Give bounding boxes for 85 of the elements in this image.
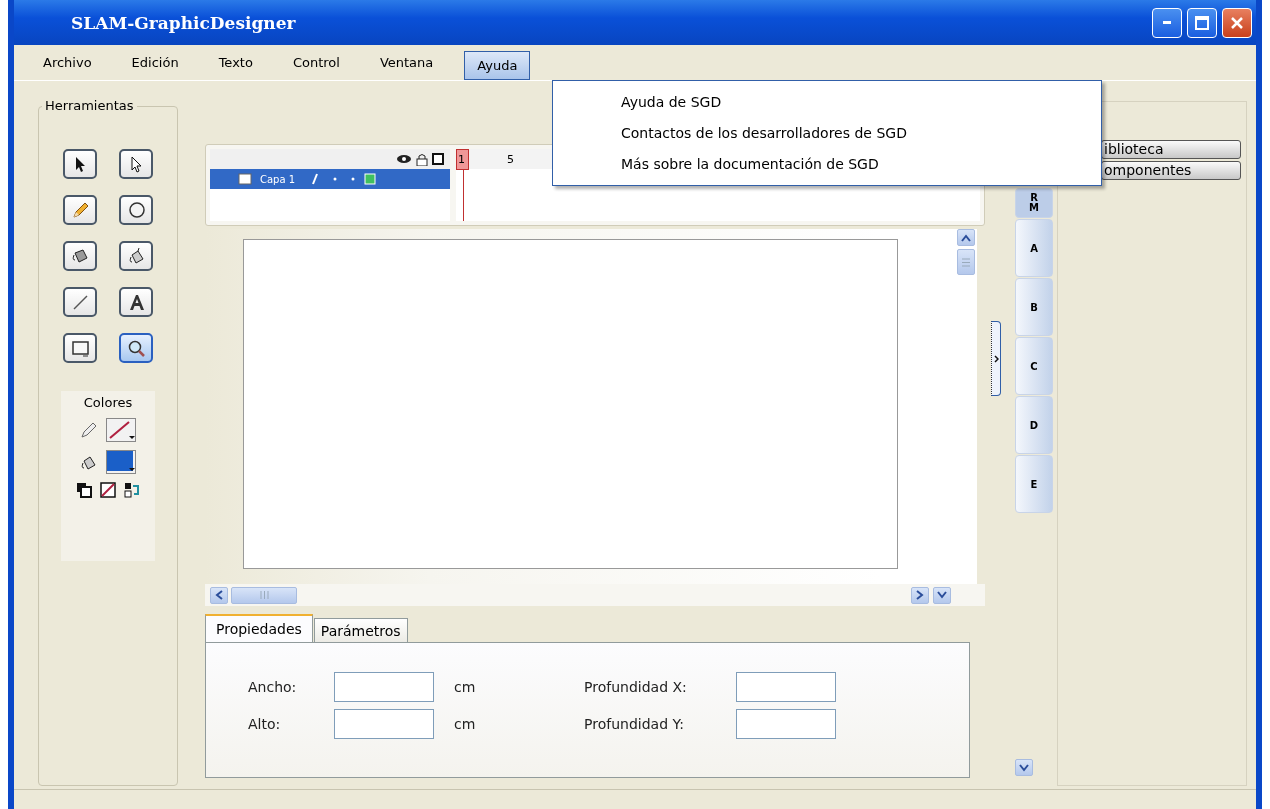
collapse-handle[interactable] <box>991 321 1001 396</box>
scroll-thumb[interactable] <box>957 249 975 275</box>
playhead-frame[interactable]: 1 <box>456 148 469 170</box>
unit-label: cm <box>454 678 477 695</box>
input-field[interactable] <box>334 671 434 702</box>
fill-color-swatch[interactable] <box>106 450 136 474</box>
pencil-icon <box>70 200 90 220</box>
chevron-down-icon <box>1019 763 1029 772</box>
maximize-icon <box>1195 15 1209 30</box>
menu-item[interactable]: Ventana <box>370 48 443 77</box>
tool-button[interactable] <box>63 149 97 179</box>
scroll-left-button[interactable] <box>210 586 228 604</box>
input-field[interactable] <box>736 671 836 702</box>
tool-button[interactable] <box>63 333 97 363</box>
swap-colors-icon <box>124 482 140 498</box>
panel-button[interactable]: omponentes <box>1101 161 1241 180</box>
circle-icon <box>126 200 146 220</box>
maximize-button[interactable] <box>1187 7 1217 38</box>
no-color-icon <box>100 482 116 498</box>
default-colors-icon <box>76 482 92 498</box>
tool-button[interactable] <box>63 241 97 271</box>
chevron-down-icon <box>937 591 947 599</box>
field-label: Profundidad X: <box>584 678 688 695</box>
tool-button[interactable] <box>63 287 97 317</box>
minimize-icon <box>1163 21 1171 24</box>
side-tab[interactable]: C <box>1015 337 1053 395</box>
window-title: SLAM-GraphicDesigner <box>71 12 297 33</box>
panel-button[interactable]: iblioteca <box>1101 140 1241 159</box>
pencil-icon <box>80 421 98 439</box>
field-label: Ancho: <box>248 678 298 695</box>
close-icon <box>1230 15 1244 30</box>
panel-title: Herramientas <box>42 98 137 113</box>
chevron-left-icon <box>215 590 223 600</box>
no-color-icon <box>107 419 135 441</box>
side-tab[interactable]: RM <box>1015 188 1053 218</box>
tool-button[interactable] <box>119 241 153 271</box>
menu-item[interactable]: Archivo <box>34 48 101 77</box>
input-field[interactable] <box>334 708 434 739</box>
playhead-line <box>463 169 464 221</box>
side-tab[interactable]: B <box>1015 278 1053 336</box>
rectangle-icon <box>70 338 90 358</box>
tool-button[interactable] <box>119 333 153 363</box>
tool-button[interactable] <box>119 287 153 317</box>
scroll-down-button[interactable] <box>933 586 951 604</box>
menu-item[interactable]: Control <box>283 48 349 77</box>
tool-button[interactable] <box>119 149 153 179</box>
menu-item[interactable]: Ayuda <box>464 51 531 80</box>
section-title: Colores <box>83 395 133 410</box>
grip-icon <box>962 257 970 267</box>
menu-entry[interactable]: Ayuda de SGD <box>553 87 722 118</box>
menu-item[interactable]: Edición <box>122 48 188 77</box>
chevron-up-icon <box>961 233 971 242</box>
eye-icon <box>396 153 412 165</box>
input-field[interactable] <box>736 708 836 739</box>
chevron-right-icon <box>916 590 924 600</box>
side-tab[interactable]: D <box>1015 396 1053 454</box>
tool-button[interactable] <box>63 195 97 225</box>
lock-icon <box>416 152 428 166</box>
field-label: Alto: <box>248 715 282 732</box>
search-icon <box>126 338 146 358</box>
tool-button[interactable] <box>119 195 153 225</box>
menu-item[interactable]: Texto <box>209 48 262 77</box>
layer-name: Capa 1 <box>260 173 296 185</box>
side-tab[interactable]: A <box>1015 219 1053 277</box>
close-button[interactable] <box>1222 7 1252 38</box>
stroke-color-swatch[interactable] <box>106 418 136 442</box>
field-label: Profundidad Y: <box>584 715 685 732</box>
tab[interactable]: Parámetros <box>313 618 408 642</box>
layer-row[interactable]: Capa 1 <box>210 169 450 189</box>
minimize-button[interactable] <box>1152 7 1182 38</box>
vertical-scrollbar[interactable] <box>955 229 977 584</box>
side-tab[interactable]: E <box>1015 455 1053 513</box>
grip-icon <box>259 591 269 599</box>
menu-entry[interactable]: Contactos de los desarrolladores de SGD <box>553 118 907 149</box>
chevron-right-icon <box>993 354 999 363</box>
fill-color-icon <box>107 451 135 473</box>
scroll-thumb[interactable] <box>231 586 297 604</box>
scroll-right-button[interactable] <box>911 586 929 604</box>
unit-label: cm <box>454 715 477 732</box>
scroll-down-button[interactable] <box>1015 759 1033 776</box>
outline-icon <box>432 153 444 165</box>
scroll-up-button[interactable] <box>957 229 975 246</box>
tab[interactable]: Propiedades <box>205 614 313 642</box>
frame-number: 5 <box>507 152 515 166</box>
menu-entry[interactable]: Más sobre la documentación de SGD <box>553 149 879 180</box>
